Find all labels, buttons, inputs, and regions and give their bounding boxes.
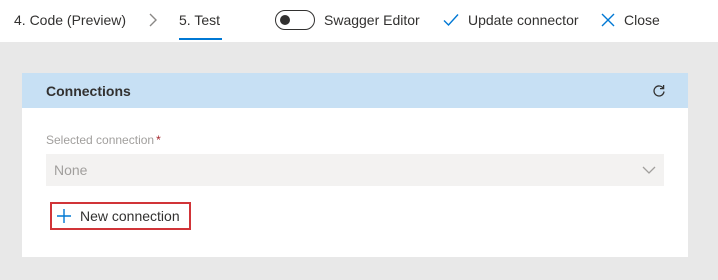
field-label-text: Selected connection (46, 133, 155, 147)
close-label: Close (624, 12, 660, 28)
refresh-icon[interactable] (652, 84, 666, 98)
chevron-down-icon (642, 166, 656, 174)
connections-title: Connections (46, 82, 131, 99)
connections-header: Connections (22, 73, 688, 108)
connection-dropdown[interactable]: None (46, 154, 664, 186)
selected-connection-label: Selected connection * (46, 133, 161, 147)
swagger-editor-label: Swagger Editor (324, 12, 420, 28)
connections-card: Connections Selected connection * None Ne… (22, 73, 688, 257)
test-canvas: Connections Selected connection * None Ne… (0, 42, 718, 280)
required-marker: * (156, 133, 161, 147)
swagger-editor-toggle[interactable]: Swagger Editor (275, 0, 420, 40)
tab-code-preview[interactable]: 4. Code (Preview) (14, 0, 126, 40)
close-icon (601, 13, 615, 27)
tab-test[interactable]: 5. Test (179, 0, 220, 40)
tab-test-label: 5. Test (179, 12, 220, 28)
chevron-right-icon (148, 0, 158, 40)
checkmark-icon (443, 13, 459, 27)
close-button[interactable]: Close (601, 0, 660, 40)
active-tab-indicator (179, 38, 222, 40)
new-connection-button[interactable]: New connection (50, 202, 191, 230)
new-connection-label: New connection (80, 208, 180, 224)
toggle-switch[interactable] (275, 10, 315, 30)
tab-code-preview-label: 4. Code (Preview) (14, 12, 127, 28)
connection-dropdown-value: None (54, 162, 88, 178)
top-toolbar: 4. Code (Preview) 5. Test Swagger Editor… (0, 0, 718, 42)
plus-icon (56, 208, 72, 224)
update-connector-button[interactable]: Update connector (443, 0, 579, 40)
toggle-knob (280, 15, 290, 25)
update-connector-label: Update connector (468, 12, 579, 28)
